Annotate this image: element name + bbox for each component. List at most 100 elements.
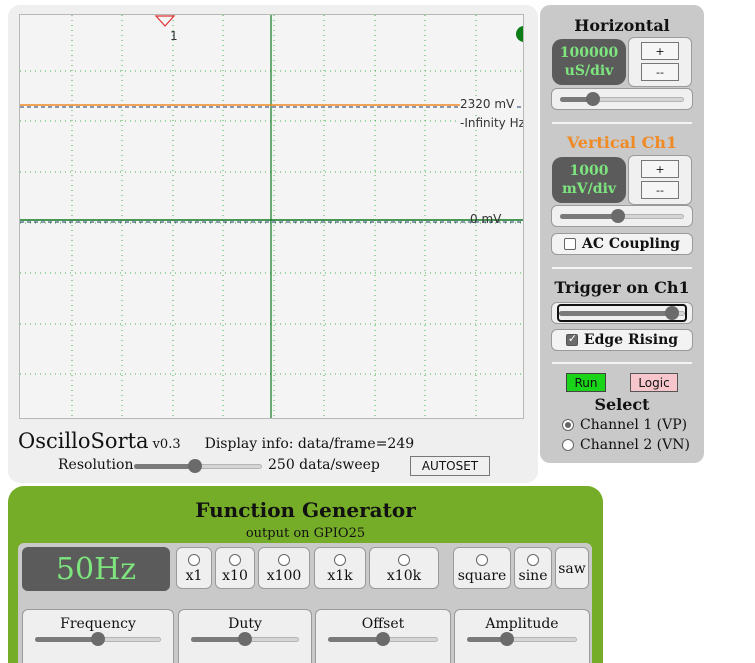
slider-thumb[interactable] [376, 632, 390, 646]
waveform-radio[interactable] [476, 554, 488, 566]
vertical-increase-button[interactable]: + [641, 160, 679, 178]
scope-display [20, 15, 523, 418]
multiplier-x100-button[interactable]: x100 [258, 547, 310, 589]
duty-slider[interactable] [191, 632, 299, 646]
ac-coupling-label: AC Coupling [582, 236, 680, 252]
horizontal-title: Horizontal [574, 16, 670, 35]
offset-slider[interactable] [328, 632, 438, 646]
multiplier-radio[interactable] [334, 554, 346, 566]
waveform-label: saw [558, 561, 586, 577]
multiplier-label: x100 [266, 568, 302, 584]
display-info: Display info: data/frame=249 [204, 436, 415, 452]
app-name: OscilloSorta [18, 429, 149, 453]
slider-thumb[interactable] [238, 632, 252, 646]
function-generator-subtitle: output on GPIO25 [245, 526, 366, 541]
slider-thumb[interactable] [499, 632, 514, 646]
horizontal-scale-display: 100000 uS/div [552, 39, 626, 85]
oscilloscope-screen[interactable]: 1 2320 mV -Infinity Hz 0 mV [19, 14, 524, 419]
scope-grid [20, 15, 523, 418]
vertical-slider-box [551, 205, 693, 227]
horizontal-scale-slider[interactable] [560, 92, 684, 106]
resolution-value: 250 data/sweep [268, 457, 380, 473]
vertical-title: Vertical Ch1 [566, 133, 678, 152]
slider-thumb[interactable] [91, 632, 105, 646]
slider-fill [328, 637, 383, 642]
channel1-option-label: Channel 1 (VP) [580, 417, 688, 433]
channel2-option-label: Channel 2 (VN) [580, 437, 690, 453]
slider-thumb[interactable] [611, 209, 626, 223]
channel1-radio[interactable] [562, 419, 574, 431]
autoset-button[interactable]: AUTOSET [410, 456, 490, 476]
channel2-radio[interactable] [562, 439, 574, 451]
horizontal-scale-value: 100000 [559, 45, 619, 61]
multiplier-label: x10k [386, 568, 422, 584]
multiplier-x1k-button[interactable]: x1k [314, 547, 366, 589]
duty-control: Duty [178, 609, 312, 663]
scope-panel: 1 2320 mV -Infinity Hz 0 mV OscilloSorta… [8, 5, 538, 483]
frequency-control: Frequency [22, 609, 174, 663]
multiplier-x10-button[interactable]: x10 [215, 547, 255, 589]
ac-coupling-toggle[interactable]: AC Coupling [551, 233, 693, 255]
waveform-label: sine [518, 568, 548, 584]
select-title: Select [594, 395, 650, 414]
slider-fill [134, 464, 196, 469]
multiplier-x10k-button[interactable]: x10k [369, 547, 439, 589]
multiplier-radio[interactable] [398, 554, 410, 566]
waveform-saw-button[interactable]: saw [555, 547, 589, 589]
vertical-scale-unit: mV/div [561, 181, 617, 197]
app-version: v0.3 [152, 437, 181, 452]
trigger-level-slider[interactable] [557, 304, 687, 322]
channel1-option[interactable]: Channel 1 (VP) [562, 417, 687, 433]
vertical-scale-value: 1000 [569, 163, 609, 179]
multiplier-radio[interactable] [278, 554, 290, 566]
function-generator-title: Function Generator [195, 498, 416, 522]
slider-thumb[interactable] [188, 459, 203, 473]
channel1-voltage-label: 2320 mV [460, 97, 515, 111]
vertical-decrease-button[interactable]: -- [641, 181, 679, 199]
multiplier-x1-button[interactable]: x1 [176, 547, 212, 589]
multiplier-radio[interactable] [188, 554, 200, 566]
frequency-slider[interactable] [35, 632, 161, 646]
trigger-slider-box [551, 302, 693, 324]
edge-rising-toggle[interactable]: Edge Rising [551, 329, 693, 351]
trigger-marker-icon[interactable] [154, 15, 176, 27]
trigger-title: Trigger on Ch1 [554, 278, 690, 297]
multiplier-radio[interactable] [229, 554, 241, 566]
horizontal-slider-box [551, 88, 693, 110]
slider-fill [559, 311, 673, 316]
resolution-label: Resolution [58, 457, 134, 473]
waveform-square-button[interactable]: square [453, 547, 511, 589]
divider [552, 362, 692, 364]
logic-button[interactable]: Logic [630, 373, 678, 392]
amplitude-control: Amplitude [454, 609, 590, 663]
vertical-scale-slider[interactable] [560, 209, 684, 223]
waveform-label: square [457, 568, 507, 584]
divider [552, 267, 692, 269]
duty-control-label: Duty [228, 616, 262, 632]
offset-control: Offset [315, 609, 451, 663]
offset-control-label: Offset [361, 616, 405, 632]
slider-thumb[interactable] [665, 306, 680, 320]
vertical-scale-display: 1000 mV/div [552, 157, 626, 203]
horizontal-increase-button[interactable]: + [641, 42, 679, 60]
trigger-marker-label: 1 [170, 29, 178, 43]
horizontal-scale-unit: uS/div [564, 63, 614, 79]
ac-coupling-checkbox[interactable] [564, 238, 577, 250]
slider-thumb[interactable] [586, 92, 601, 106]
edge-rising-checkbox[interactable] [565, 332, 578, 346]
waveform-sine-button[interactable]: sine [514, 547, 552, 589]
channel2-option[interactable]: Channel 2 (VN) [562, 437, 690, 453]
function-generator-panel: Function Generator output on GPIO25 50Hz… [8, 486, 603, 663]
slider-fill [191, 637, 245, 642]
brand-row: OscilloSorta v0.3 Display info: data/frame… [18, 429, 538, 453]
resolution-slider[interactable] [134, 459, 262, 473]
waveform-radio[interactable] [527, 554, 539, 566]
frequency-control-label: Frequency [60, 616, 136, 632]
horizontal-step-group: + -- [628, 37, 692, 87]
frequency-display: 50Hz [22, 547, 170, 591]
run-button[interactable]: Run [566, 373, 606, 392]
edge-rising-label: Edge Rising [583, 332, 679, 348]
amplitude-slider[interactable] [467, 632, 577, 646]
divider [552, 122, 692, 124]
horizontal-decrease-button[interactable]: -- [641, 63, 679, 81]
